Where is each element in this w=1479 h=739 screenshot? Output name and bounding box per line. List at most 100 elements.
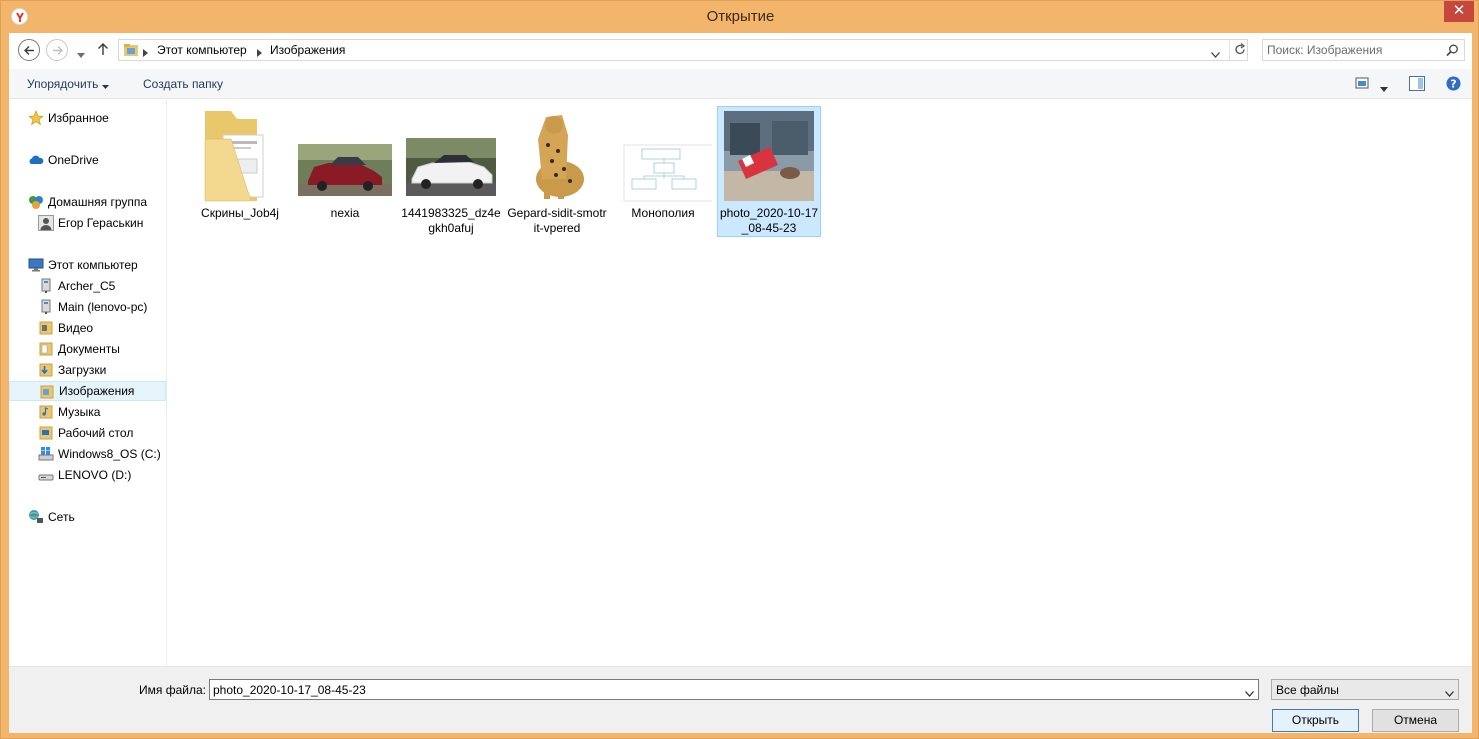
search-input[interactable]: [1267, 42, 1437, 58]
sidebar-label: Main (lenovo-pc): [58, 300, 148, 314]
homegroup-icon: [28, 194, 44, 210]
breadcrumb-separator-icon: [257, 46, 262, 60]
address-bar[interactable]: Этот компьютер Изображения: [118, 39, 1248, 61]
onedrive-cloud-icon: [28, 152, 44, 168]
file-item-gepard[interactable]: Gepard-sidit-smotrit-vpered: [505, 106, 609, 237]
file-type-value: Все файлы: [1276, 683, 1339, 697]
sidebar-label: LENOVO (D:): [58, 468, 132, 482]
sidebar-item-homegroup[interactable]: Домашняя группа: [28, 192, 158, 212]
file-name: Скрины_Job4j: [201, 206, 279, 220]
sidebar-item-drive-c[interactable]: Windows8_OS (C:): [38, 444, 167, 464]
image-thumbnail: [614, 109, 715, 205]
new-folder-button[interactable]: Создать папку: [143, 77, 223, 91]
breadcrumb-separator-icon: [143, 46, 148, 60]
music-folder-icon: [38, 404, 54, 420]
sidebar-item-pictures[interactable]: Изображения: [9, 381, 166, 401]
file-type-select[interactable]: Все файлы: [1271, 679, 1459, 700]
organize-button[interactable]: Упорядочить: [27, 77, 110, 92]
hard-drive-icon: [38, 467, 54, 483]
file-item-monopoly[interactable]: Монополия: [611, 106, 715, 237]
file-name-bar: Имя файла: Все файлы Открыть Отмена: [9, 666, 1472, 733]
address-row: Этот компьютер Изображения: [9, 33, 1472, 67]
sidebar-item-downloads[interactable]: Загрузки: [38, 360, 163, 380]
network-media-icon: [38, 299, 54, 315]
breadcrumb-this-pc[interactable]: Этот компьютер: [157, 43, 247, 57]
command-toolbar: Упорядочить Создать папку ?: [9, 69, 1472, 99]
sidebar-label: Видео: [58, 321, 94, 335]
computer-icon: [28, 257, 44, 273]
file-item-1441983325[interactable]: 1441983325_dz4egkh0afuj: [399, 106, 503, 237]
sidebar-label: Егор Гераськин: [58, 216, 144, 230]
file-item-nexia[interactable]: nexia: [293, 106, 397, 237]
image-thumbnail: [402, 109, 500, 205]
sidebar-label: OneDrive: [48, 153, 99, 167]
cancel-button[interactable]: Отмена: [1372, 709, 1459, 732]
search-icon[interactable]: [1446, 44, 1459, 60]
sidebar-item-music[interactable]: Музыка: [38, 402, 163, 422]
image-thumbnail: [720, 109, 818, 205]
sidebar-item-favorites[interactable]: Избранное: [28, 108, 158, 128]
file-name: nexia: [330, 206, 360, 220]
file-name: photo_2020-10-17_08-45-23: [719, 206, 819, 235]
sidebar-item-documents[interactable]: Документы: [38, 339, 163, 359]
sidebar-label: Музыка: [58, 405, 101, 419]
open-dialog-window: Открытие ✕ Этот компьютер Изображения По…: [0, 0, 1479, 739]
file-name-chevron-down-icon[interactable]: [1245, 686, 1254, 700]
sidebar-label: Документы: [58, 342, 120, 356]
star-icon: [28, 110, 44, 126]
breadcrumb-pictures[interactable]: Изображения: [270, 43, 345, 57]
folder-icon: [191, 109, 289, 205]
sidebar-item-drive-d[interactable]: LENOVO (D:): [38, 465, 163, 485]
address-history-chevron-down-icon[interactable]: [1211, 47, 1220, 61]
preview-pane-icon[interactable]: [1409, 76, 1425, 94]
sidebar-label: Рабочий стол: [58, 426, 134, 440]
sidebar-item-this-pc[interactable]: Этот компьютер: [28, 255, 163, 275]
sidebar-label: Windows8_OS (C:): [58, 447, 161, 461]
file-item-photo-selected[interactable]: photo_2020-10-17_08-45-23: [717, 106, 821, 237]
sidebar-label: Домашняя группа: [48, 195, 148, 209]
file-item-folder-screens[interactable]: Скрины_Job4j: [188, 106, 292, 237]
navigation-pane: Избранное OneDrive Домашняя группа Егор …: [9, 100, 167, 666]
dialog-body: Этот компьютер Изображения Поиск: Изобра…: [9, 33, 1472, 733]
forward-button[interactable]: [46, 39, 68, 61]
back-button[interactable]: [18, 39, 40, 61]
sidebar-label: Archer_C5: [58, 279, 116, 293]
file-type-chevron-down-icon: [1445, 686, 1454, 700]
help-icon[interactable]: ?: [1446, 76, 1461, 94]
view-options-chevron-down-icon[interactable]: [1380, 81, 1388, 95]
user-avatar-icon: [38, 215, 54, 231]
network-icon: [28, 509, 44, 525]
refresh-button[interactable]: [1229, 40, 1249, 60]
sidebar-item-desktop[interactable]: Рабочий стол: [38, 423, 163, 443]
videos-folder-icon: [38, 320, 54, 336]
svg-text:?: ?: [1450, 78, 1456, 91]
sidebar-item-main-lenovo-pc[interactable]: Main (lenovo-pc): [38, 297, 163, 317]
file-name: Монополия: [631, 206, 695, 220]
file-name: Gepard-sidit-smotrit-vpered: [507, 206, 607, 235]
file-name-combobox[interactable]: [209, 679, 1259, 700]
sidebar-label: Загрузки: [58, 363, 107, 377]
sidebar-label: Изображения: [59, 384, 135, 398]
sidebar-item-onedrive[interactable]: OneDrive: [28, 150, 158, 170]
open-button[interactable]: Открыть: [1272, 709, 1359, 732]
sidebar-item-user[interactable]: Егор Гераськин: [38, 213, 163, 233]
sidebar-item-network[interactable]: Сеть: [28, 507, 158, 527]
recent-locations-chevron-down-icon[interactable]: [77, 47, 85, 61]
pictures-folder-icon: [39, 384, 55, 400]
search-box[interactable]: [1262, 39, 1465, 61]
close-button[interactable]: ✕: [1444, 1, 1474, 22]
image-thumbnail: [508, 109, 606, 205]
chevron-down-icon: [102, 78, 110, 92]
file-name-input[interactable]: [213, 682, 1233, 698]
up-arrow-icon[interactable]: [97, 42, 109, 59]
sidebar-item-archer-c5[interactable]: Archer_C5: [38, 276, 163, 296]
change-view-icon[interactable]: [1355, 76, 1369, 93]
documents-folder-icon: [38, 341, 54, 357]
image-thumbnail: [296, 109, 394, 205]
sidebar-label: Сеть: [48, 510, 75, 524]
pictures-folder-icon: [123, 42, 139, 61]
sidebar-label: Избранное: [48, 111, 109, 125]
network-media-icon: [38, 278, 54, 294]
sidebar-item-videos[interactable]: Видео: [38, 318, 163, 338]
title-bar[interactable]: Открытие ✕: [1, 1, 1479, 33]
